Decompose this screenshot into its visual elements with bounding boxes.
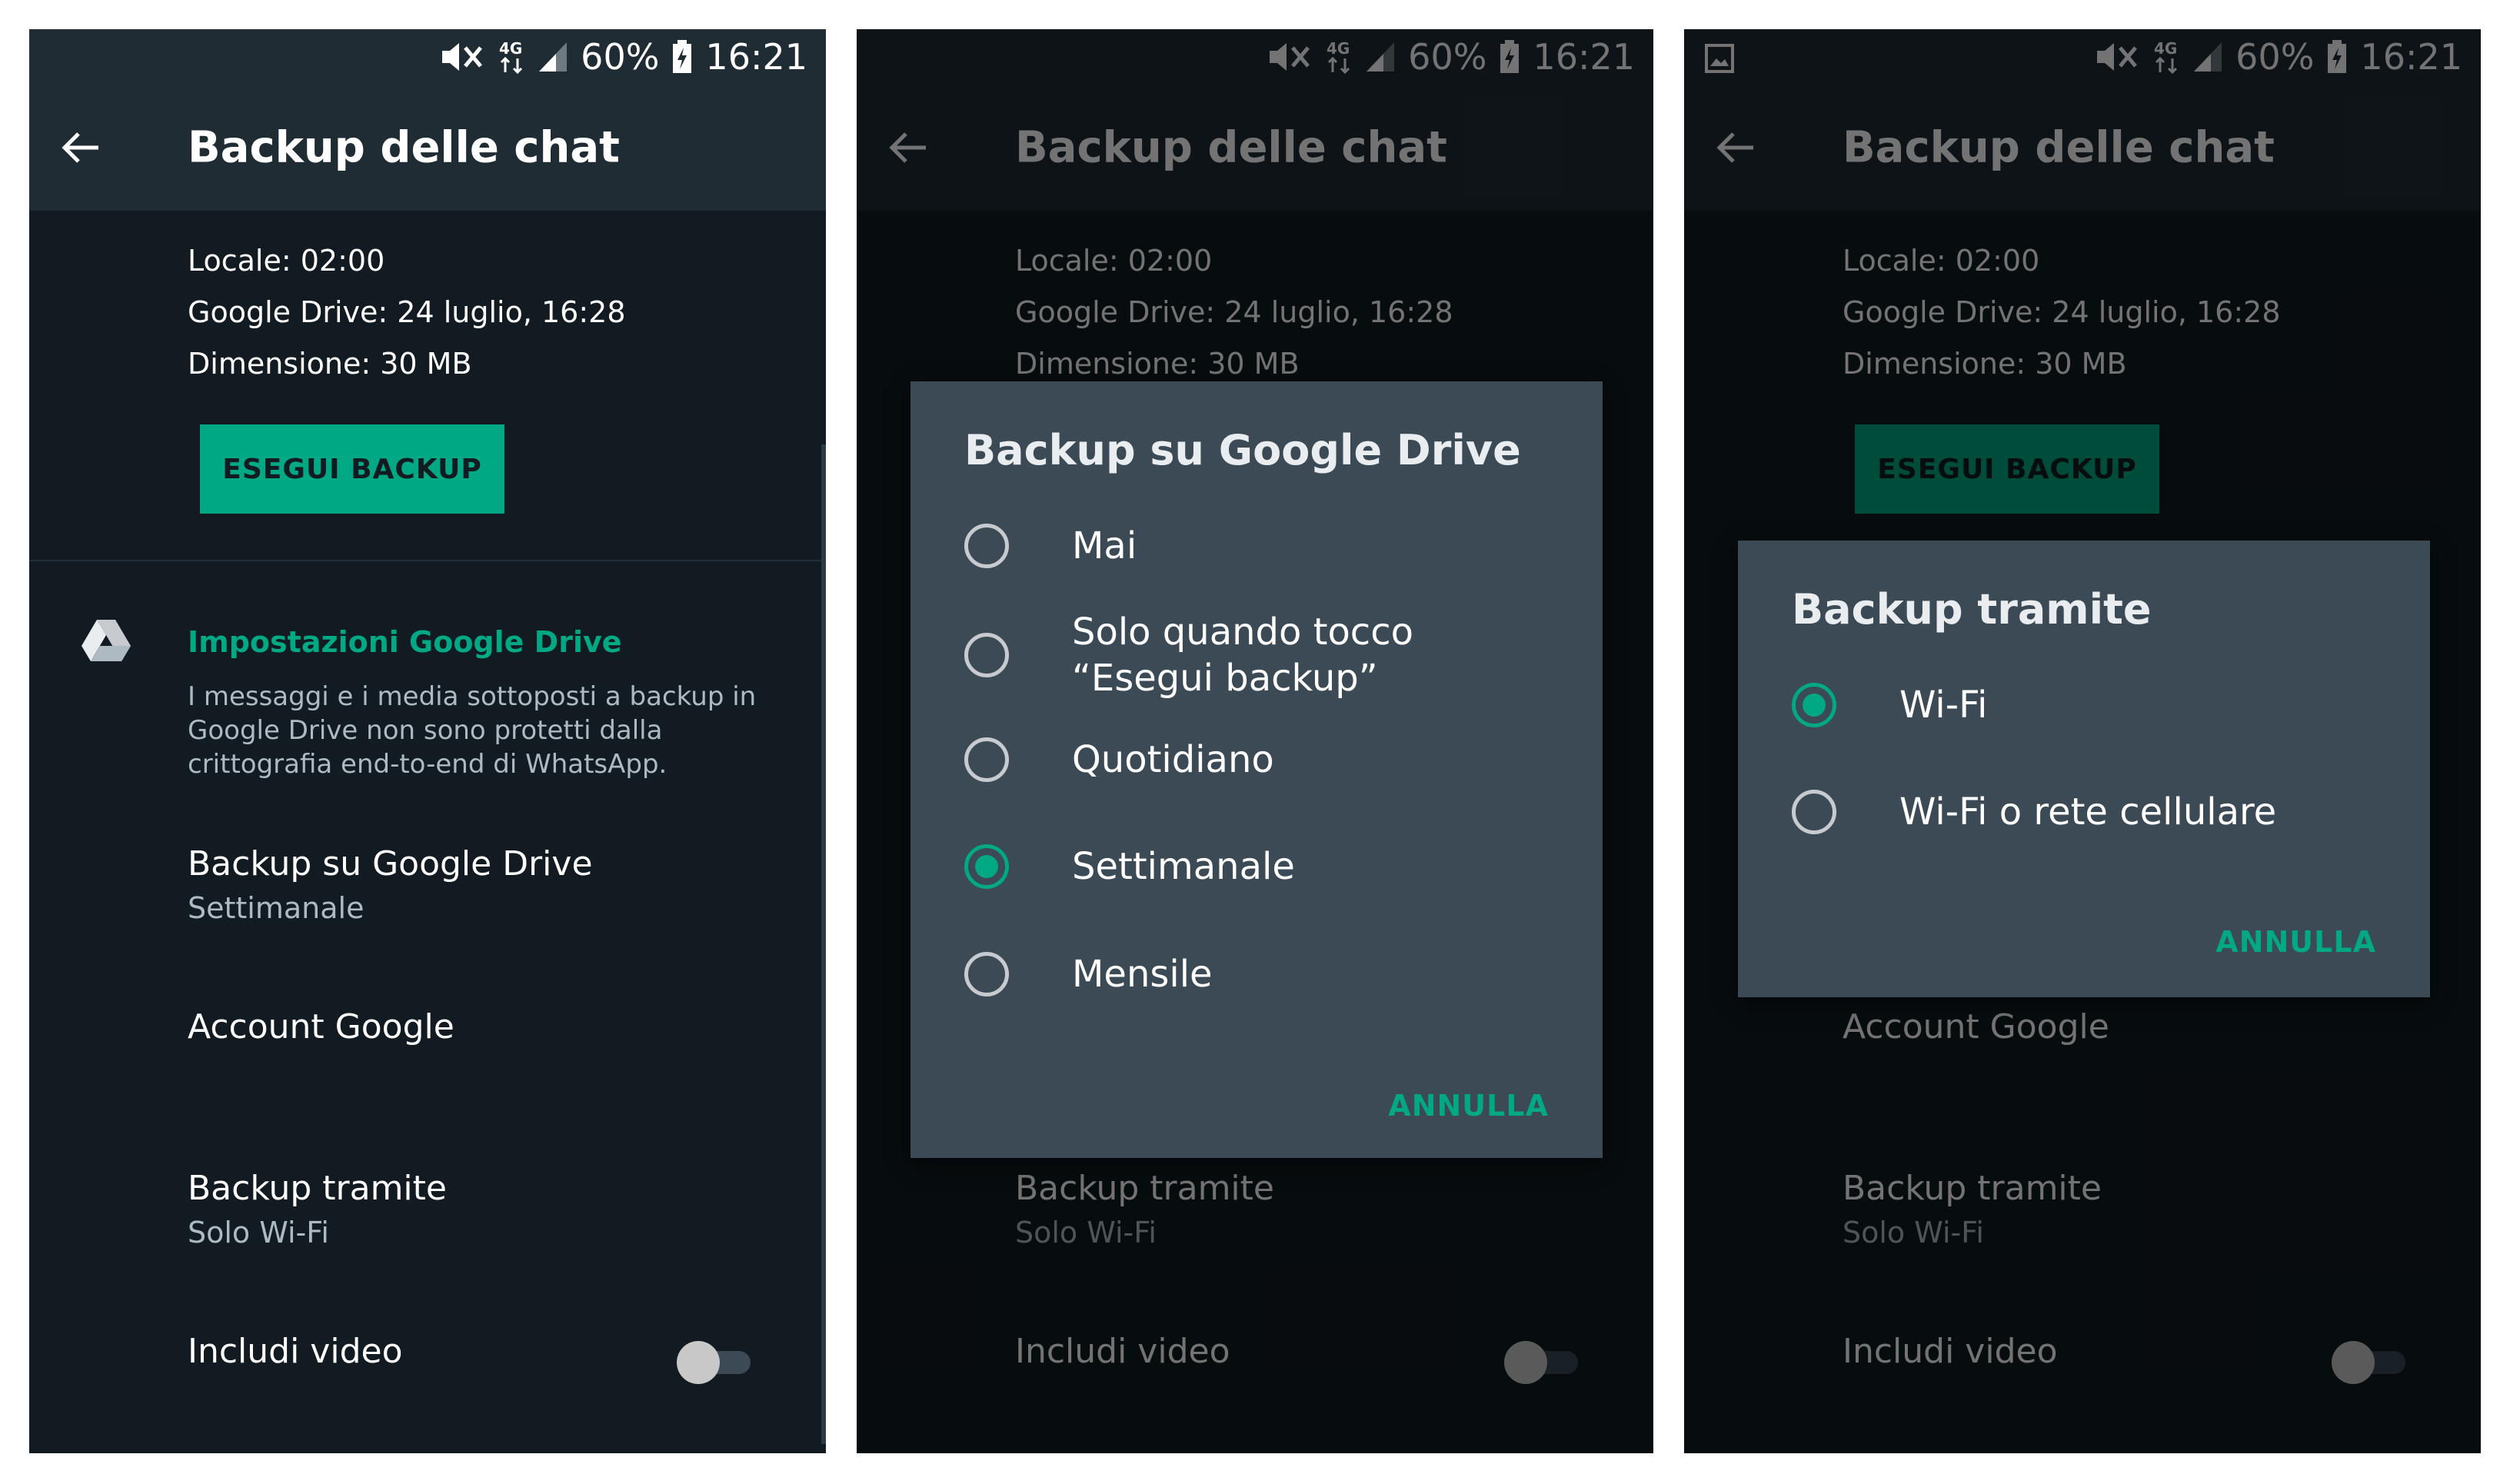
radio-button[interactable] bbox=[1792, 790, 1836, 834]
option-wifi[interactable]: Wi-Fi bbox=[1792, 682, 1988, 728]
app-bar: Backup delle chat bbox=[29, 85, 826, 211]
cancel-button[interactable]: ANNULLA bbox=[2215, 925, 2376, 959]
setting-include-video: Includi video bbox=[188, 1332, 403, 1371]
mute-icon bbox=[439, 40, 487, 74]
setting-backup-via[interactable]: Backup tramite Solo Wi-Fi bbox=[188, 1169, 447, 1249]
page-title: Backup delle chat bbox=[188, 122, 620, 173]
screen-network-dialog: 4G 60% 16:21 Backup delle chat Locale: 0… bbox=[1684, 29, 2481, 1453]
option-label: Solo quando tocco “Esegui backup” bbox=[1072, 611, 1413, 700]
google-drive-icon bbox=[80, 618, 132, 664]
option-wifi-or-cellular[interactable]: Wi-Fi o rete cellulare bbox=[1792, 789, 2276, 835]
info-drive: Google Drive: 24 luglio, 16:28 bbox=[188, 295, 626, 329]
dialog-title: Backup tramite bbox=[1792, 585, 2152, 634]
stage: 4G 60% 16:21 Backup delle chat Locale: 0… bbox=[0, 0, 2510, 1484]
screen-frequency-dialog: 4G 60% 16:21 Backup delle chat Locale: 0… bbox=[857, 29, 1653, 1453]
setting-subtitle: Solo Wi-Fi bbox=[188, 1216, 329, 1249]
radio-button[interactable] bbox=[964, 633, 1009, 677]
clock: 16:21 bbox=[705, 36, 807, 78]
signal-icon bbox=[538, 41, 568, 73]
setting-title: Backup su Google Drive bbox=[188, 844, 593, 883]
4g-icon: 4G bbox=[499, 38, 525, 75]
radio-button[interactable] bbox=[964, 952, 1009, 997]
backup-now-button[interactable]: ESEGUI BACKUP bbox=[200, 424, 504, 514]
option-label: Quotidiano bbox=[1072, 738, 1274, 781]
divider bbox=[29, 560, 826, 561]
battery-charging-icon bbox=[671, 40, 693, 74]
option-label: Mai bbox=[1072, 524, 1137, 567]
option-manual[interactable]: Solo quando tocco “Esegui backup” bbox=[964, 609, 1472, 701]
option-daily[interactable]: Quotidiano bbox=[964, 737, 1274, 783]
gd-description: I messaggi e i media sottoposti a backup… bbox=[188, 681, 757, 780]
setting-account[interactable]: Account Google bbox=[188, 1007, 454, 1046]
screen-backup-settings: 4G 60% 16:21 Backup delle chat Locale: 0… bbox=[29, 29, 826, 1453]
option-label: Wi-Fi bbox=[1899, 684, 1988, 727]
radio-button-selected[interactable] bbox=[1792, 683, 1836, 727]
backup-info: Locale: 02:00 Google Drive: 24 luglio, 1… bbox=[188, 235, 626, 390]
cancel-button[interactable]: ANNULLA bbox=[1388, 1089, 1549, 1123]
setting-gd-backup[interactable]: Backup su Google Drive Settimanale bbox=[188, 844, 593, 925]
option-never[interactable]: Mai bbox=[964, 523, 1137, 569]
back-arrow-icon[interactable] bbox=[60, 126, 103, 169]
info-size: Dimensione: 30 MB bbox=[188, 347, 472, 381]
radio-button[interactable] bbox=[964, 737, 1009, 782]
setting-title: Backup tramite bbox=[188, 1169, 447, 1208]
option-weekly[interactable]: Settimanale bbox=[964, 843, 1295, 890]
option-label: Settimanale bbox=[1072, 845, 1295, 888]
setting-subtitle: Settimanale bbox=[188, 891, 365, 925]
toggle-thumb bbox=[677, 1341, 720, 1384]
svg-text:4G: 4G bbox=[499, 39, 522, 58]
option-label: Mensile bbox=[1072, 953, 1213, 996]
info-local: Locale: 02:00 bbox=[188, 244, 385, 278]
option-monthly[interactable]: Mensile bbox=[964, 951, 1213, 997]
frequency-dialog: Backup su Google Drive Mai Solo quando t… bbox=[910, 381, 1603, 1158]
status-bar: 4G 60% 16:21 bbox=[29, 29, 826, 85]
radio-button[interactable] bbox=[964, 524, 1009, 568]
radio-button-selected[interactable] bbox=[964, 844, 1009, 889]
gd-section-title: Impostazioni Google Drive bbox=[188, 625, 622, 659]
setting-title: Account Google bbox=[188, 1007, 454, 1046]
scrollbar[interactable] bbox=[821, 444, 826, 1444]
battery-percent: 60% bbox=[581, 36, 660, 78]
network-dialog: Backup tramite Wi-Fi Wi-Fi o rete cellul… bbox=[1738, 541, 2430, 997]
setting-title: Includi video bbox=[188, 1332, 403, 1371]
dialog-title: Backup su Google Drive bbox=[964, 426, 1521, 474]
include-video-toggle[interactable] bbox=[677, 1341, 751, 1384]
option-label: Wi-Fi o rete cellulare bbox=[1899, 790, 2277, 834]
